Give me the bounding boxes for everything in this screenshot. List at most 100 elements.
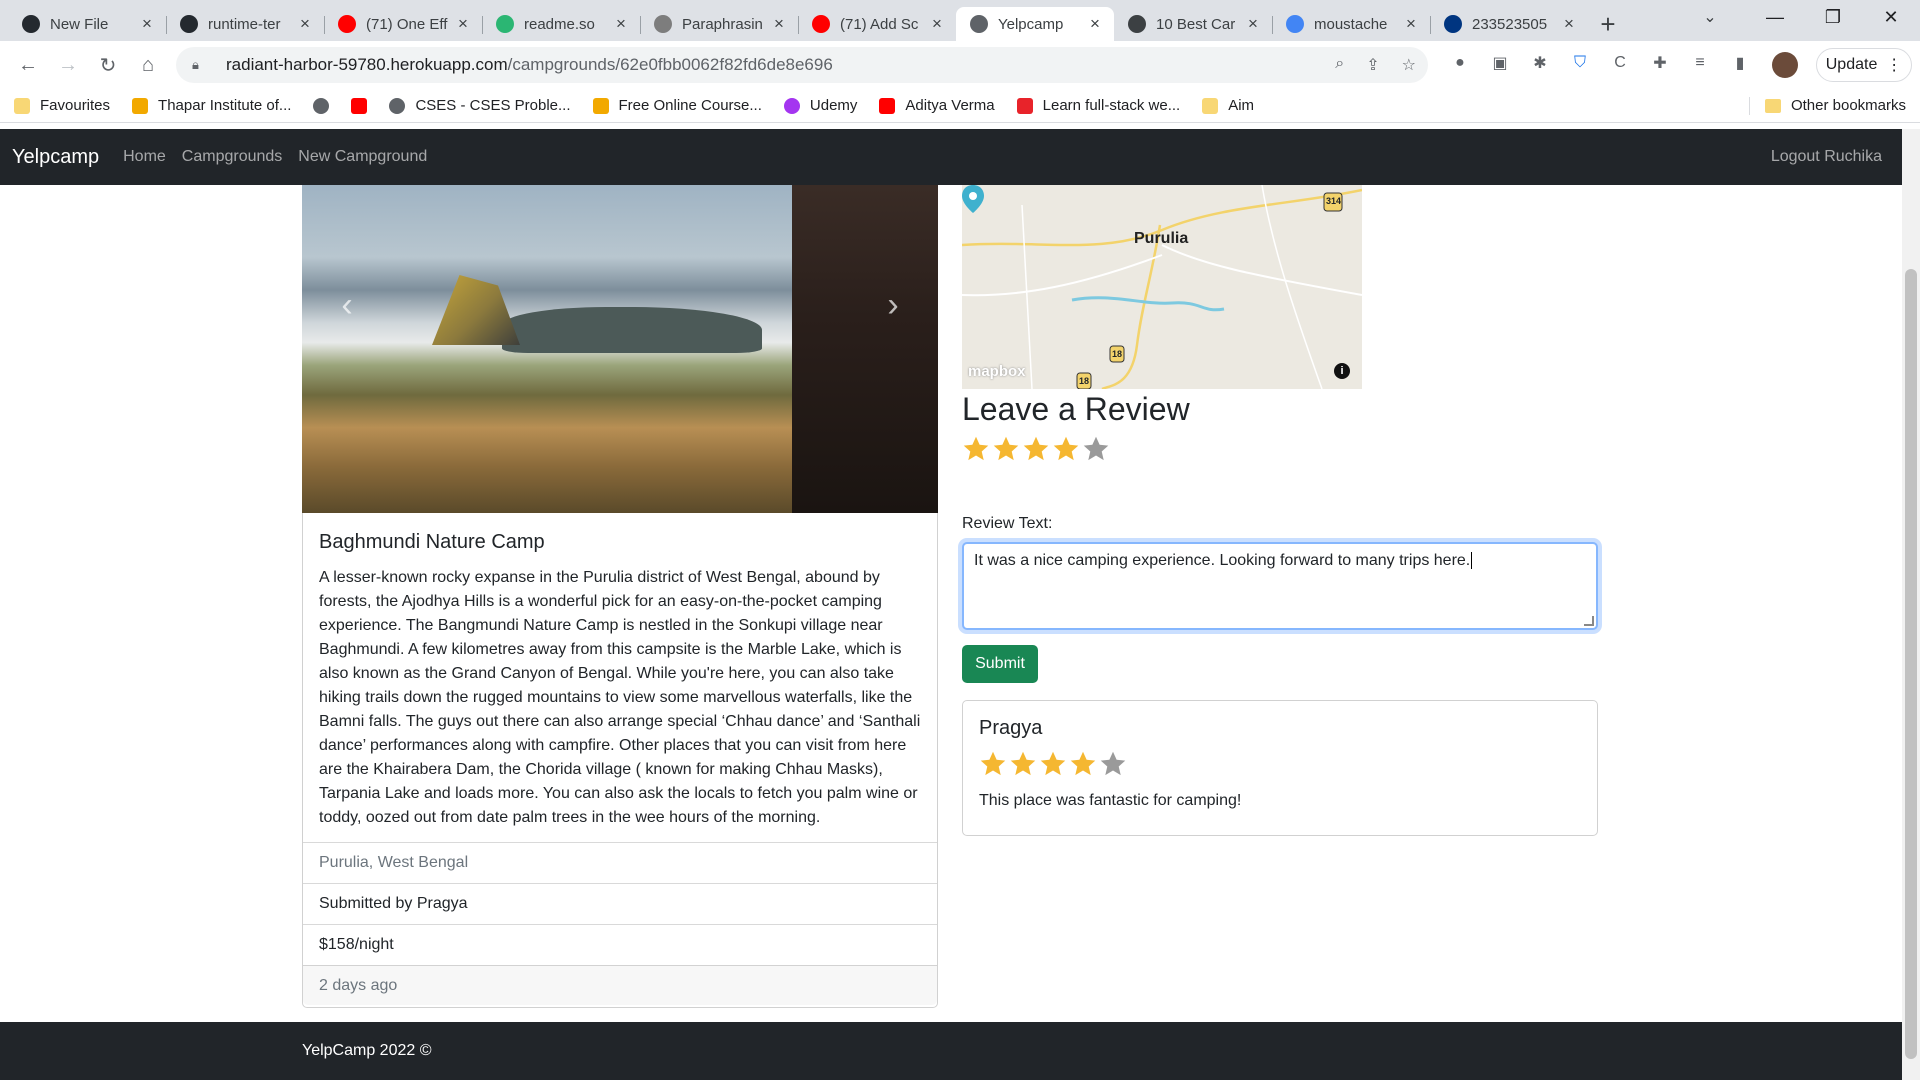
resize-handle-icon[interactable] <box>1584 616 1594 626</box>
leave-review-heading: Leave a Review <box>962 391 1190 427</box>
extensions-puzzle-icon[interactable]: ✚ <box>1650 52 1670 74</box>
minimize-icon[interactable]: — <box>1746 0 1804 34</box>
browser-tab[interactable]: 10 Best Car × <box>1114 7 1272 41</box>
extension-head-icon[interactable]: ● <box>1450 52 1470 74</box>
close-tab-icon[interactable]: × <box>1086 14 1104 34</box>
bookmark-item[interactable] <box>313 97 330 114</box>
side-panel-icon[interactable]: ▮ <box>1730 52 1750 74</box>
bookmark-item[interactable] <box>351 97 368 114</box>
tent-shape <box>432 275 520 345</box>
update-button[interactable]: Update ⋮ <box>1816 48 1912 82</box>
zoom-icon[interactable]: ⌕ <box>1335 55 1344 75</box>
lock-icon[interactable]: 🔒︎ <box>192 57 212 73</box>
bookmark-item[interactable]: Learn full-stack we... <box>1016 97 1180 114</box>
close-tab-icon[interactable]: × <box>1244 14 1262 34</box>
close-tab-icon[interactable]: × <box>296 14 314 34</box>
globe-icon <box>313 97 330 114</box>
close-tab-icon[interactable]: × <box>1402 14 1420 34</box>
new-tab-button[interactable]: + <box>1588 7 1628 41</box>
other-bookmarks[interactable]: Other bookmarks <box>1764 97 1906 114</box>
star-empty-icon[interactable] <box>1082 435 1110 463</box>
carousel-prev-icon[interactable]: ‹ <box>332 285 362 325</box>
map-info-icon[interactable]: i <box>1334 363 1350 379</box>
map-pin-icon[interactable] <box>962 185 984 213</box>
mapbox-logo[interactable]: mapbox <box>968 363 1026 380</box>
close-tab-icon[interactable]: × <box>770 14 788 34</box>
tab-search-icon[interactable]: ⌄ <box>1690 0 1730 34</box>
nav-campgrounds[interactable]: Campgrounds <box>182 148 283 166</box>
review-text-label: Review Text: <box>962 515 1053 532</box>
star-filled-icon[interactable] <box>992 435 1020 463</box>
close-tab-icon[interactable]: × <box>612 14 630 34</box>
page-footer: YelpCamp 2022 © <box>0 1022 1902 1080</box>
extension-c-icon[interactable]: C <box>1610 52 1630 74</box>
close-tab-icon[interactable]: × <box>1560 14 1578 34</box>
browser-tab[interactable]: 233523505 × <box>1430 7 1588 41</box>
rating-input[interactable] <box>962 435 1110 463</box>
page-scrollbar[interactable] <box>1902 129 1920 1080</box>
share-icon[interactable]: ⇪ <box>1366 55 1379 75</box>
app-navbar: Yelpcamp Home Campgrounds New Campground… <box>0 129 1902 185</box>
nav-home[interactable]: Home <box>123 148 166 166</box>
bookmark-item[interactable]: Udemy <box>783 97 857 114</box>
browser-tab[interactable]: moustache × <box>1272 7 1430 41</box>
star-filled-icon[interactable] <box>1069 750 1097 778</box>
forward-icon[interactable]: → <box>48 45 88 85</box>
profile-avatar[interactable] <box>1772 52 1798 78</box>
address-bar[interactable]: 🔒︎ radiant-harbor-59780.herokuapp.com/ca… <box>176 47 1428 83</box>
browser-tab[interactable]: Paraphrasin × <box>640 7 798 41</box>
url-path: /campgrounds/62e0fbb0062f82fd6de8e696 <box>507 55 833 74</box>
bookmark-item[interactable]: Free Online Course... <box>592 97 762 114</box>
campground-photo-tent <box>302 185 792 513</box>
submit-review-button[interactable]: Submit <box>962 645 1038 683</box>
github-icon <box>22 15 40 33</box>
bookmark-item[interactable]: Aim <box>1202 97 1254 114</box>
browser-tab[interactable]: New File × <box>8 7 166 41</box>
bookmark-star-icon[interactable]: ☆ <box>1402 55 1416 75</box>
window-controls: — ❐ ✕ <box>1746 0 1920 34</box>
star-filled-icon[interactable] <box>962 435 990 463</box>
close-tab-icon[interactable]: × <box>454 14 472 34</box>
footer-text: YelpCamp 2022 © <box>302 1042 432 1059</box>
nav-new-campground[interactable]: New Campground <box>298 148 427 166</box>
bookmark-item[interactable]: Thapar Institute of... <box>132 97 291 114</box>
other-bookmarks-label: Other bookmarks <box>1790 97 1906 114</box>
extensions-bar: ● ▣ ✱ ⛉ C ✚ ≡ ▮ <box>1450 52 1750 74</box>
close-window-icon[interactable]: ✕ <box>1862 0 1920 34</box>
extension-bug-icon[interactable]: ✱ <box>1530 52 1550 74</box>
star-filled-icon[interactable] <box>1022 435 1050 463</box>
bookmark-item[interactable]: Favourites <box>14 97 110 114</box>
bookmark-label: Favourites <box>40 97 111 114</box>
close-tab-icon[interactable]: × <box>138 14 156 34</box>
reload-icon[interactable]: ↻ <box>88 45 128 85</box>
extension-shield-icon[interactable]: ⛉ <box>1570 52 1590 74</box>
review-textarea[interactable]: It was a nice camping experience. Lookin… <box>962 542 1598 630</box>
reading-list-icon[interactable]: ≡ <box>1690 52 1710 74</box>
star-filled-icon[interactable] <box>1052 435 1080 463</box>
extension-r-icon[interactable]: ▣ <box>1490 52 1510 74</box>
star-empty-icon[interactable] <box>1099 750 1127 778</box>
bookmark-item[interactable]: Aditya Verma <box>879 97 995 114</box>
brand-link[interactable]: Yelpcamp <box>12 146 99 169</box>
tab-title: (71) One Eff <box>366 15 448 33</box>
course-icon <box>592 97 609 114</box>
star-filled-icon[interactable] <box>1039 750 1067 778</box>
browser-tab[interactable]: Yelpcamp × <box>956 7 1114 41</box>
star-filled-icon[interactable] <box>979 750 1007 778</box>
home-icon[interactable]: ⌂ <box>128 45 168 85</box>
scrollbar-thumb[interactable] <box>1905 269 1917 1059</box>
browser-tab[interactable]: runtime-ter × <box>166 7 324 41</box>
carousel-next-icon[interactable]: › <box>878 285 908 325</box>
restore-icon[interactable]: ❐ <box>1804 0 1862 34</box>
browser-tab[interactable]: readme.so × <box>482 7 640 41</box>
bookmark-item[interactable]: CSES - CSES Proble... <box>389 97 571 114</box>
rocks-shape <box>502 307 762 353</box>
campground-map[interactable]: 314 18 18 Purulia mapbox i <box>962 185 1362 389</box>
campground-price: $158/night <box>303 924 937 965</box>
star-filled-icon[interactable] <box>1009 750 1037 778</box>
back-icon[interactable]: ← <box>8 45 48 85</box>
logout-link[interactable]: Logout Ruchika <box>1771 148 1882 166</box>
close-tab-icon[interactable]: × <box>928 14 946 34</box>
browser-tab[interactable]: (71) Add Sc × <box>798 7 956 41</box>
browser-tab[interactable]: (71) One Eff × <box>324 7 482 41</box>
